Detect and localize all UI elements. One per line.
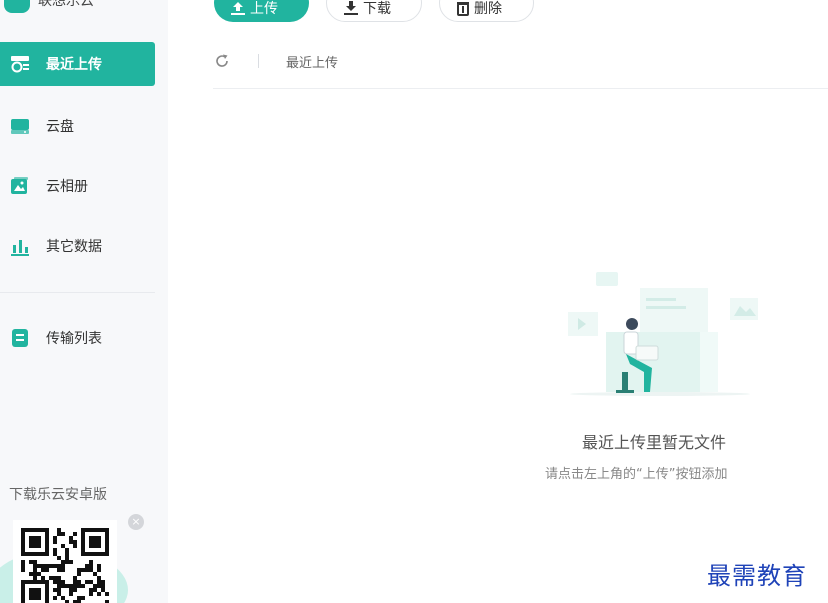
delete-button[interactable]: 删除 — [439, 0, 534, 22]
app-logo-icon — [4, 0, 30, 13]
sidebar-item-recent-upload[interactable]: 最近上传 — [0, 42, 155, 86]
qr-promo: × — [0, 512, 168, 603]
sidebar-item-other-data[interactable]: 其它数据 — [0, 224, 155, 268]
delete-label: 删除 — [474, 1, 502, 17]
download-label: 下载 — [363, 1, 391, 17]
breadcrumb-current: 最近上传 — [286, 56, 339, 71]
sidebar-item-cloud-album[interactable]: 云相册 — [0, 164, 155, 208]
upload-button[interactable]: 上传 — [214, 0, 309, 22]
cloud-disk-icon — [10, 116, 30, 136]
sidebar-item-label: 云相册 — [46, 179, 88, 195]
app-name: 联想乐云 — [38, 0, 94, 9]
brand[interactable]: 联想乐云 — [4, 0, 94, 16]
download-app-title: 下载乐云安卓版 — [9, 487, 107, 503]
upload-icon — [231, 2, 245, 15]
sidebar-item-label: 云盘 — [46, 119, 74, 135]
sidebar-divider — [0, 292, 155, 293]
sidebar-item-label: 其它数据 — [46, 239, 102, 255]
sidebar-item-label: 最近上传 — [46, 57, 102, 73]
download-button[interactable]: 下载 — [326, 0, 422, 22]
bar-chart-icon — [10, 236, 30, 256]
trash-icon — [457, 2, 469, 16]
sidebar: 联想乐云 最近上传 云盘 云相册 其它数据 传输列表 下载乐云安卓版 × — [0, 0, 168, 603]
empty-state-hint: 请点击左上角的“上传”按钮添加 — [545, 467, 728, 482]
upload-label: 上传 — [250, 1, 278, 17]
download-icon — [344, 1, 358, 15]
breadcrumb-separator — [258, 54, 259, 68]
refresh-icon[interactable] — [213, 52, 231, 70]
qr-code-image — [21, 528, 109, 603]
qr-code — [13, 520, 117, 603]
transfer-list-icon — [10, 328, 30, 348]
sidebar-item-transfer-list[interactable]: 传输列表 — [0, 316, 155, 360]
watermark: 最需教育 — [707, 562, 807, 590]
recent-upload-icon — [10, 54, 30, 74]
close-icon[interactable]: × — [128, 514, 144, 530]
sidebar-item-label: 传输列表 — [46, 331, 102, 347]
empty-state-title: 最近上传里暂无文件 — [582, 433, 727, 452]
empty-state-illustration — [568, 272, 758, 396]
breadcrumb: 最近上传 — [213, 40, 828, 89]
sidebar-item-cloud-disk[interactable]: 云盘 — [0, 104, 155, 148]
cloud-album-icon — [10, 176, 30, 196]
